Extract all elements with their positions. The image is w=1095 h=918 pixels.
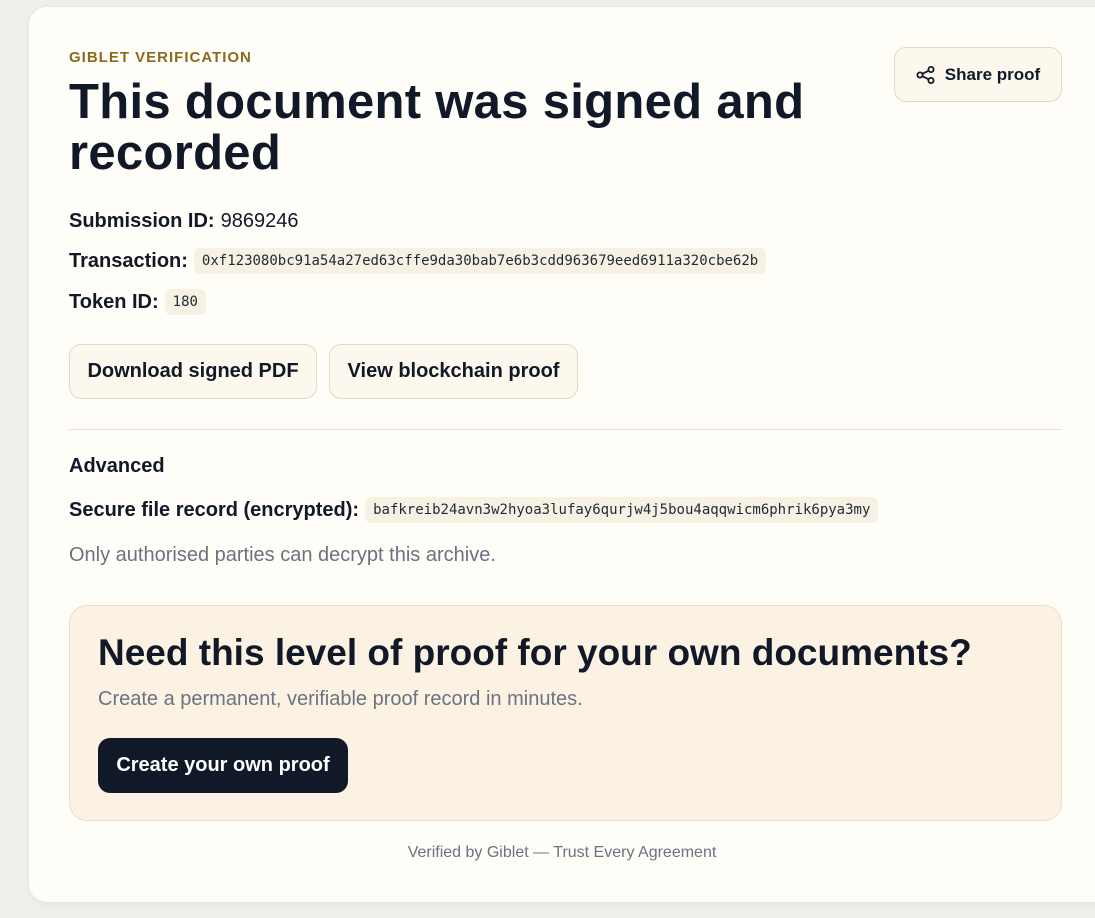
cta-subtitle: Create a permanent, verifiable proof rec… (98, 688, 583, 710)
submission-id-row: Submission ID: 9869246 (69, 210, 298, 233)
transaction-label: Transaction: (69, 249, 188, 272)
transaction-hash: 0xf123080bc91a54a27ed63cffe9da30bab7e6b3… (193, 248, 767, 274)
share-proof-button[interactable]: Share proof (894, 47, 1062, 102)
cta-panel: Need this level of proof for your own do… (69, 605, 1062, 821)
transaction-row: Transaction: 0xf123080bc91a54a27ed63cffe… (69, 248, 767, 274)
share-icon (916, 65, 936, 84)
section-divider (69, 429, 1062, 430)
secure-file-record-label: Secure file record (encrypted): (69, 498, 360, 521)
secure-file-record-row: Secure file record (encrypted): bafkreib… (69, 497, 879, 523)
submission-id-label: Submission ID: (69, 210, 215, 232)
token-id-row: Token ID: 180 (69, 289, 206, 315)
token-id-label: Token ID: (69, 290, 159, 313)
verification-card: GIBLET VERIFICATION This document was si… (29, 7, 1095, 902)
advanced-heading: Advanced (69, 455, 165, 477)
decrypt-note: Only authorised parties can decrypt this… (69, 544, 496, 566)
footer-text: Verified by Giblet — Trust Every Agreeme… (407, 844, 717, 861)
create-own-proof-button[interactable]: Create your own proof (98, 738, 348, 793)
download-signed-pdf-button[interactable]: Download signed PDF (69, 344, 317, 399)
token-id-value: 180 (164, 289, 206, 315)
cta-title: Need this level of proof for your own do… (98, 632, 972, 673)
submission-id-value: 9869246 (220, 210, 299, 232)
view-blockchain-proof-button[interactable]: View blockchain proof (329, 344, 578, 399)
page-title: This document was signed and recorded (69, 75, 805, 180)
secure-file-record-cid: bafkreib24avn3w2hyoa3lufay6qurjw4j5bou4a… (365, 497, 879, 523)
brand-eyebrow: GIBLET VERIFICATION (69, 49, 252, 66)
share-proof-label: Share proof (944, 64, 1041, 84)
